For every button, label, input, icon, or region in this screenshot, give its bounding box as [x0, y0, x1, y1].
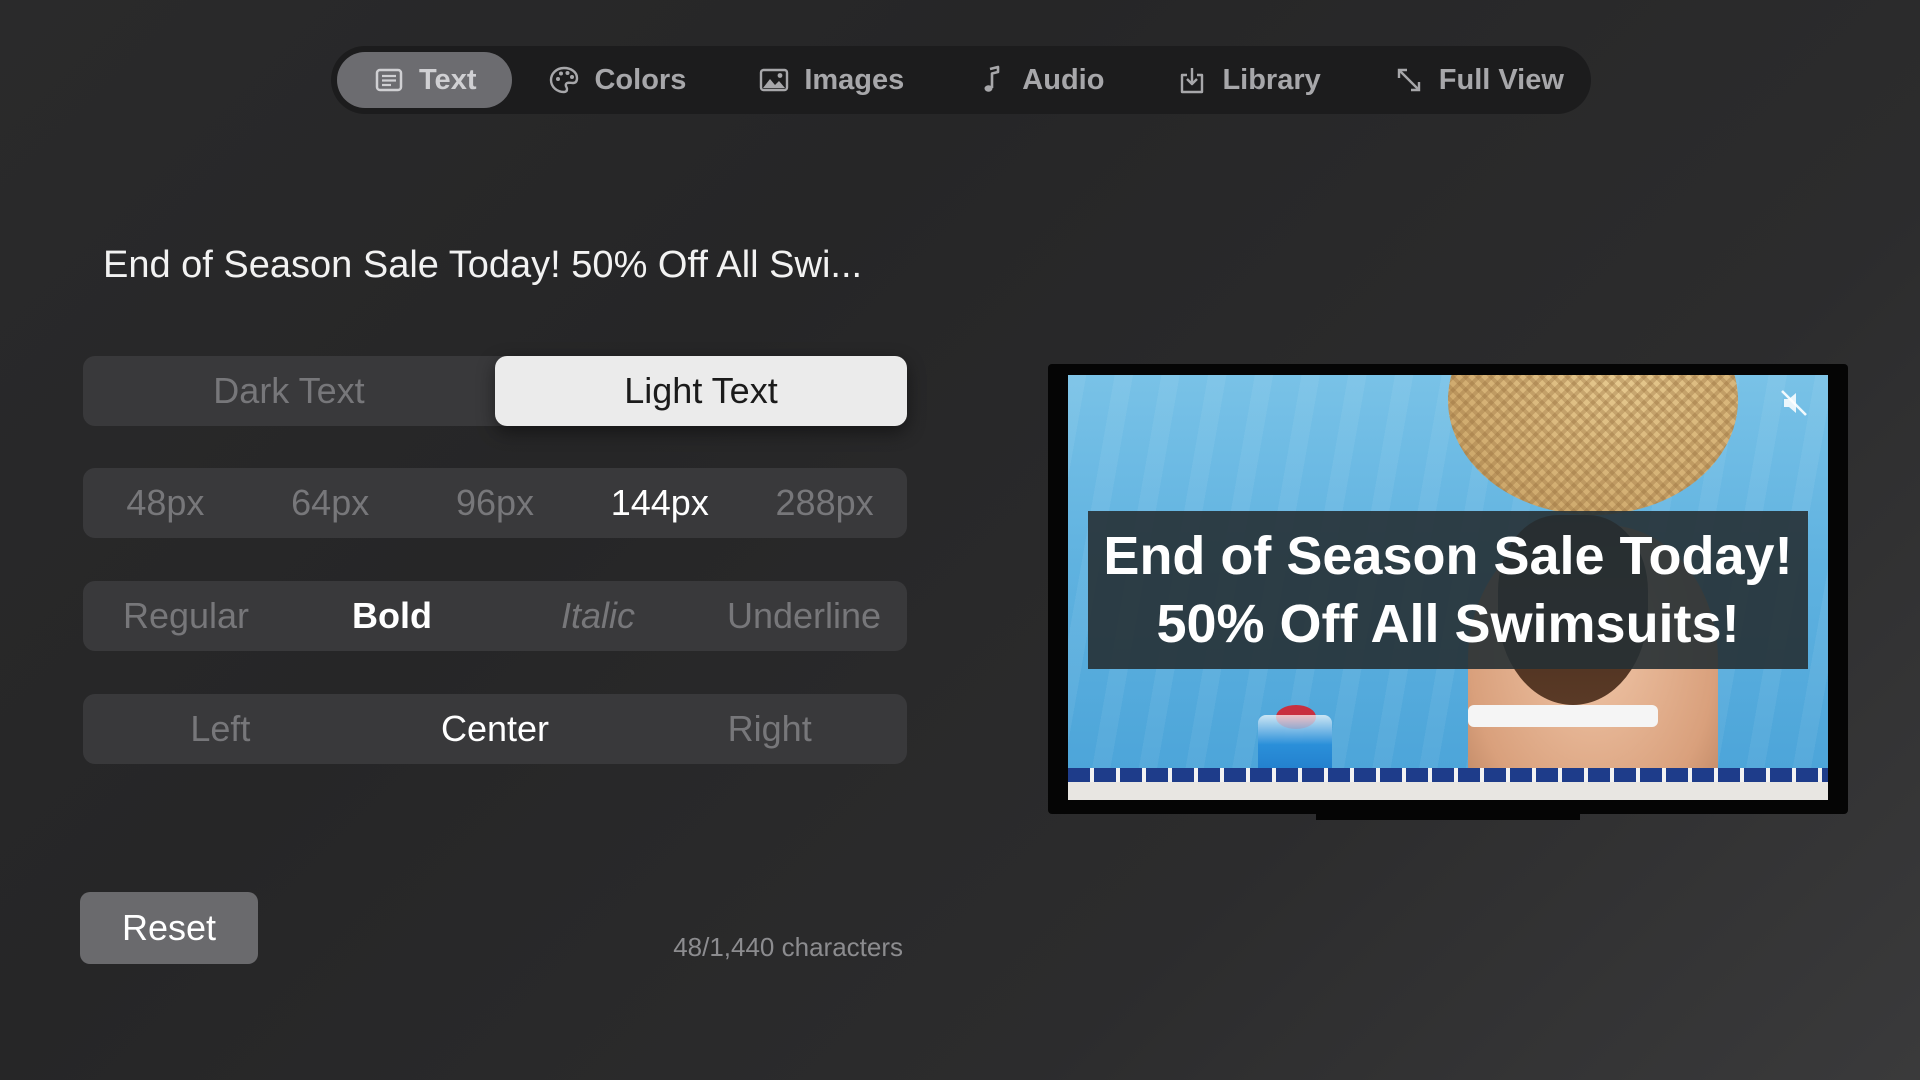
palette-icon	[550, 66, 579, 94]
size-option-64[interactable]: 64px	[248, 468, 413, 538]
font-style-segmented-control: Regular Bold Italic Underline	[83, 581, 907, 651]
dark-text-option[interactable]: Dark Text	[83, 356, 495, 426]
style-option-bold[interactable]: Bold	[289, 581, 495, 651]
light-text-option[interactable]: Light Text	[495, 356, 907, 426]
top-tab-bar: Text Colors Images Audio Library Full Vi…	[331, 46, 1591, 114]
expand-arrows-icon	[1397, 68, 1420, 92]
speaker-muted-icon[interactable]	[1778, 387, 1810, 419]
align-option-right[interactable]: Right	[632, 694, 907, 764]
tab-library-label: Library	[1222, 63, 1321, 96]
preview-image-pool-edge	[1068, 768, 1828, 782]
preview-text-overlay: End of Season Sale Today! 50% Off All Sw…	[1088, 511, 1808, 669]
tab-text[interactable]: Text	[337, 52, 513, 108]
preview-image-hat	[1448, 375, 1738, 515]
tab-full-view[interactable]: Full View	[1357, 52, 1600, 108]
style-option-italic[interactable]: Italic	[495, 581, 701, 651]
text-icon	[375, 68, 403, 92]
preview-image-swimsuit	[1468, 705, 1658, 727]
align-option-center[interactable]: Center	[358, 694, 633, 764]
preview-line-2: 50% Off All Swimsuits!	[1156, 594, 1740, 654]
style-option-regular[interactable]: Regular	[83, 581, 289, 651]
tab-library[interactable]: Library	[1140, 52, 1356, 108]
preview-tv-stand	[1316, 812, 1580, 820]
tab-audio[interactable]: Audio	[940, 52, 1140, 108]
tab-colors[interactable]: Colors	[512, 52, 722, 108]
size-option-288[interactable]: 288px	[742, 468, 907, 538]
music-note-icon	[984, 65, 1000, 92]
download-tray-icon	[1181, 68, 1204, 94]
size-option-96[interactable]: 96px	[413, 468, 578, 538]
preview-image-pool-deck	[1068, 782, 1828, 800]
tab-images-label: Images	[804, 63, 905, 96]
character-count: 48/1,440 characters	[673, 932, 903, 962]
align-option-left[interactable]: Left	[83, 694, 358, 764]
tab-full-view-label: Full View	[1438, 63, 1564, 96]
tab-text-label: Text	[419, 63, 477, 96]
text-theme-segmented-control: Dark Text Light Text	[83, 356, 907, 426]
tab-audio-label: Audio	[1022, 63, 1105, 96]
size-option-48[interactable]: 48px	[83, 468, 248, 538]
reset-button[interactable]: Reset	[80, 892, 258, 964]
alignment-segmented-control: Left Center Right	[83, 694, 907, 764]
image-icon	[760, 68, 789, 92]
font-size-segmented-control: 48px 64px 96px 144px 288px	[83, 468, 907, 538]
style-option-underline[interactable]: Underline	[701, 581, 907, 651]
tab-images[interactable]: Images	[722, 52, 940, 108]
tab-colors-label: Colors	[594, 63, 687, 96]
preview-tv: End of Season Sale Today! 50% Off All Sw…	[1048, 364, 1848, 814]
size-option-144[interactable]: 144px	[577, 468, 742, 538]
preview-line-1: End of Season Sale Today!	[1103, 526, 1793, 586]
headline-text-field[interactable]: End of Season Sale Today! 50% Off All Sw…	[103, 244, 903, 287]
preview-screen: End of Season Sale Today! 50% Off All Sw…	[1068, 375, 1828, 800]
